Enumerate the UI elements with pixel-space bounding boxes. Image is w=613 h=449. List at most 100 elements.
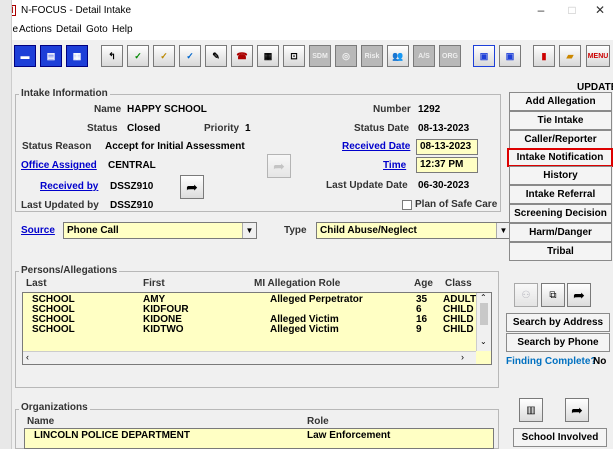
- window-icon: ▣: [479, 50, 489, 61]
- toolbar-button-20[interactable]: ▮: [533, 45, 555, 67]
- calendar-icon: ▦: [263, 50, 273, 61]
- menu-help[interactable]: Help: [112, 24, 133, 35]
- folder-icon: ▰: [566, 50, 574, 61]
- menu-actions[interactable]: Actions: [19, 24, 52, 35]
- vertical-scrollbar[interactable]: ⌃ ⌄: [476, 293, 491, 351]
- cell-org-role: Law Enforcement: [307, 430, 391, 441]
- toolbar-button-2[interactable]: ▤: [40, 45, 62, 67]
- intake-referral-button[interactable]: Intake Referral: [509, 185, 612, 204]
- finding-complete-value: No: [593, 356, 607, 367]
- close-button[interactable]: ✕: [588, 3, 612, 19]
- col-mi-allegation-role: MI Allegation Role: [254, 278, 341, 289]
- harm-danger-button[interactable]: Harm/Danger: [509, 223, 612, 242]
- toolbar-button-sdm: SDM: [309, 45, 331, 67]
- blue-panel-icon: ▦: [72, 50, 82, 61]
- toolbar-button-18[interactable]: ▣: [473, 45, 495, 67]
- forward-arrow-icon: ➦: [571, 401, 583, 418]
- list-item[interactable]: LINCOLN POLICE DEPARTMENT Law Enforcemen…: [24, 430, 494, 442]
- col-last: Last: [26, 278, 47, 289]
- menu-goto[interactable]: Goto: [86, 24, 108, 35]
- toolbar-button-menu[interactable]: MENU: [586, 45, 610, 67]
- finding-complete-label: Finding Complete?: [506, 356, 597, 367]
- type-select[interactable]: Child Abuse/Neglect ▼: [316, 222, 511, 239]
- maximize-button[interactable]: □: [560, 3, 584, 19]
- check-icon: ✓: [134, 50, 142, 61]
- time-field[interactable]: 12:37 PM: [416, 157, 478, 173]
- plan-of-safe-care-checkbox[interactable]: [402, 200, 412, 210]
- col-org-role: Role: [307, 416, 329, 427]
- toolbar-button-21[interactable]: ▰: [559, 45, 581, 67]
- table-row[interactable]: SCHOOL KIDTWO Alleged Victim 9 CHILD: [22, 324, 476, 336]
- search-by-address-button[interactable]: Search by Address: [506, 313, 610, 332]
- type-label: Type: [284, 225, 307, 236]
- toolbar-button-asgn: A/S: [413, 45, 435, 67]
- window-title: N-FOCUS - Detail Intake: [21, 5, 132, 16]
- forward-arrow-icon: ➦: [186, 178, 198, 195]
- back-button[interactable]: ↰: [101, 45, 123, 67]
- toolbar-button-15[interactable]: 👥: [387, 45, 409, 67]
- toolbar-button-13: ◎: [335, 45, 357, 67]
- toolbar-button-8[interactable]: ✎: [205, 45, 227, 67]
- time-link[interactable]: Time: [383, 160, 406, 171]
- org-forward-button[interactable]: ➦: [565, 398, 589, 422]
- person-icon: ⚇: [521, 289, 531, 301]
- menu-detail[interactable]: Detail: [56, 24, 82, 35]
- number-value: 1292: [418, 104, 441, 115]
- toolbar-button-org: ORG: [439, 45, 461, 67]
- scroll-thumb[interactable]: [480, 303, 488, 325]
- intake-notification-button[interactable]: Intake Notification: [507, 148, 613, 167]
- horizontal-scrollbar[interactable]: ‹ ›: [23, 351, 476, 364]
- tribal-button[interactable]: Tribal: [509, 242, 612, 261]
- chevron-down-icon[interactable]: ⌄: [480, 337, 487, 346]
- intake-information-label: Intake Information: [19, 88, 110, 99]
- history-button[interactable]: History: [509, 166, 612, 185]
- source-link[interactable]: Source: [21, 225, 55, 236]
- name-label: Name: [94, 104, 122, 115]
- chevron-right-icon[interactable]: ›: [461, 352, 464, 362]
- search-by-phone-button[interactable]: Search by Phone: [506, 333, 610, 352]
- people-icon: 👥: [392, 50, 404, 61]
- toolbar-button-5[interactable]: ✓: [127, 45, 149, 67]
- minimize-button[interactable]: –: [529, 3, 553, 19]
- toolbar-strip: [0, 69, 613, 85]
- cell-class: CHILD: [443, 324, 474, 335]
- toolbar-button-19[interactable]: ▣: [499, 45, 521, 67]
- toolbar-button-3[interactable]: ▦: [66, 45, 88, 67]
- received-date-link[interactable]: Received Date: [342, 141, 410, 152]
- source-select[interactable]: Phone Call ▼: [63, 222, 257, 239]
- add-allegation-button[interactable]: Add Allegation: [509, 92, 612, 111]
- asgn-icon: A/S: [418, 52, 430, 60]
- persons-forward-button[interactable]: ➦: [567, 283, 591, 307]
- col-org-name: Name: [27, 416, 55, 427]
- status-value: Closed: [127, 123, 161, 134]
- cell-first: KIDTWO: [143, 324, 184, 335]
- received-by-link[interactable]: Received by: [40, 181, 98, 192]
- back-arrow-icon: ↰: [108, 50, 116, 61]
- caller-reporter-button[interactable]: Caller/Reporter: [509, 130, 612, 149]
- window-icon: ▣: [505, 50, 515, 61]
- source-value: Phone Call: [67, 225, 119, 236]
- col-first: First: [143, 278, 165, 289]
- received-by-forward-button[interactable]: ➦: [180, 175, 204, 199]
- chevron-up-icon[interactable]: ⌃: [480, 293, 487, 302]
- received-date-field[interactable]: 08-13-2023: [416, 139, 478, 155]
- toolbar-button-7[interactable]: ✓: [179, 45, 201, 67]
- toolbar-button-9[interactable]: ☎: [231, 45, 253, 67]
- check-icon: ✓: [186, 50, 194, 61]
- tie-intake-button[interactable]: Tie Intake: [509, 111, 612, 130]
- forward-arrow-icon: ➦: [273, 157, 285, 174]
- screening-decision-button[interactable]: Screening Decision: [509, 204, 612, 223]
- toolbar-button-6[interactable]: ✓: [153, 45, 175, 67]
- status-date-label: Status Date: [354, 123, 410, 134]
- persons-action-button-2[interactable]: ⧉: [541, 283, 565, 307]
- last-updated-by-label: Last Updated by: [21, 200, 99, 211]
- menu-icon: MENU: [587, 52, 609, 60]
- status-reason-value: Accept for Initial Assessment: [105, 141, 245, 152]
- school-involved-button[interactable]: School Involved: [513, 428, 607, 447]
- office-assigned-link[interactable]: Office Assigned: [21, 160, 97, 171]
- toolbar-button-11[interactable]: ⊡: [283, 45, 305, 67]
- toolbar-button-1[interactable]: ▬: [14, 45, 36, 67]
- chevron-left-icon[interactable]: ‹: [26, 352, 29, 362]
- toolbar-button-10[interactable]: ▦: [257, 45, 279, 67]
- org-action-button[interactable]: ▥: [519, 398, 543, 422]
